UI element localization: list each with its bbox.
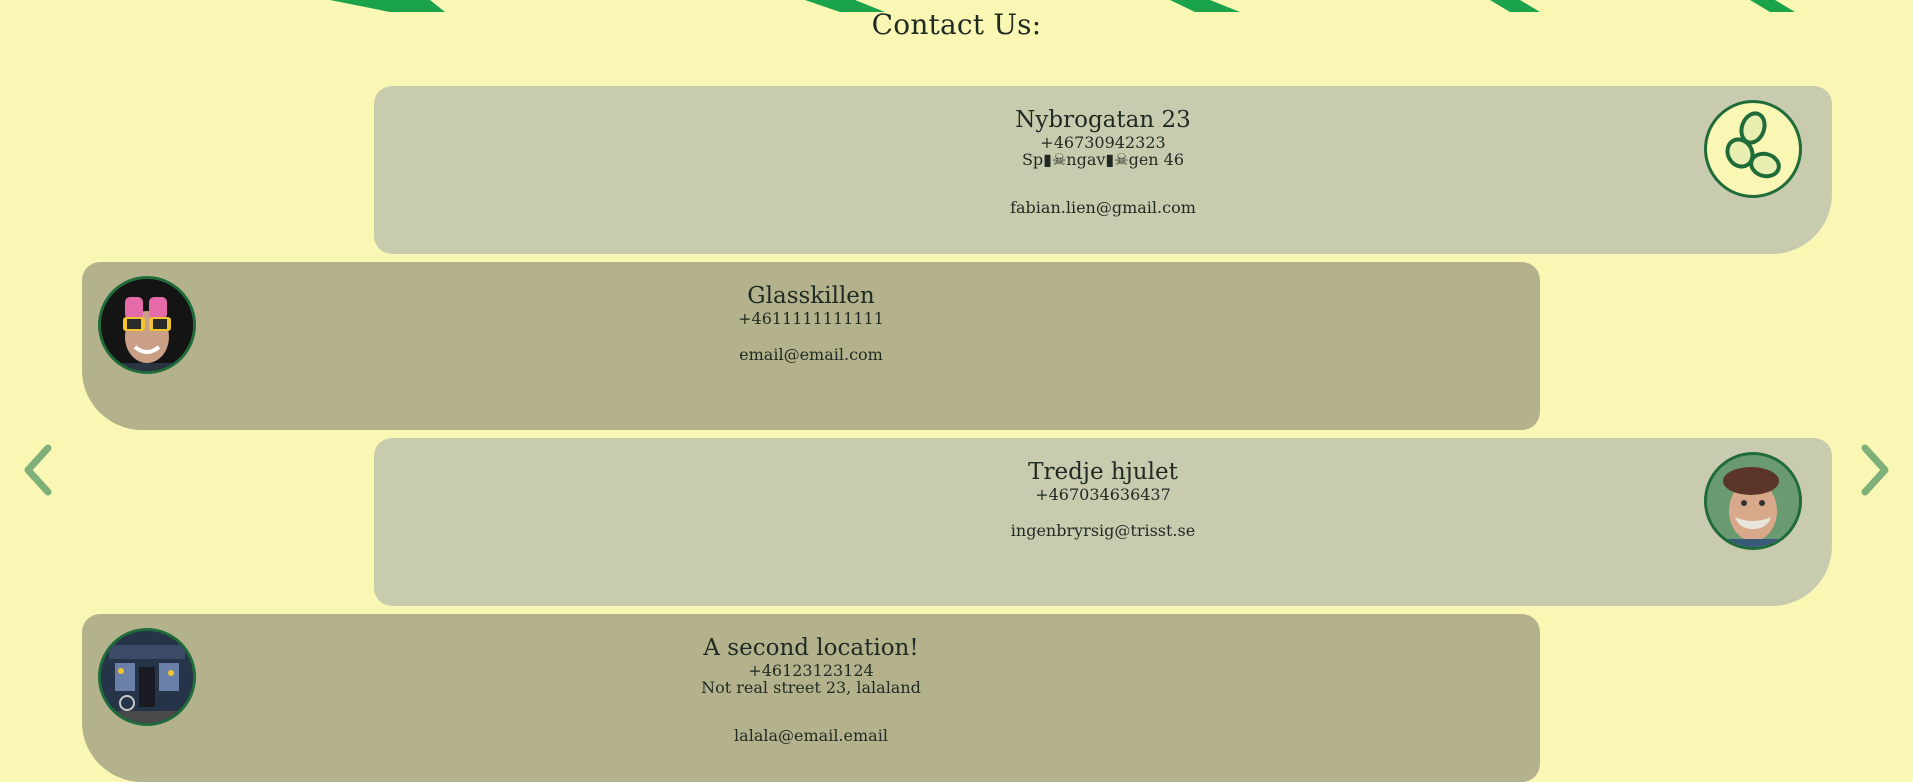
contact-email[interactable]: fabian.lien@gmail.com	[374, 198, 1832, 217]
storefront-avatar	[98, 628, 196, 726]
elderly-man-avatar	[1704, 452, 1802, 550]
contact-name: Nybrogatan 23	[1015, 107, 1191, 133]
contact-card: Tredje hjulet +467034636437 ingenbryrsig…	[374, 438, 1832, 606]
contact-email[interactable]: lalala@email.email	[82, 726, 1540, 745]
contact-phone[interactable]: +467034636437	[374, 486, 1832, 503]
contact-card: A second location! +46123123124 Not real…	[82, 614, 1540, 782]
chevron-right-icon[interactable]	[1855, 440, 1895, 500]
contact-card: Nybrogatan 23 +46730942323 Sp▮☠ngav▮☠gen…	[374, 86, 1832, 254]
contact-phone[interactable]: +46730942323	[374, 134, 1832, 151]
chevron-left-icon[interactable]	[18, 440, 58, 500]
contact-phone[interactable]: +46123123124	[82, 662, 1540, 679]
contact-name: Tredje hjulet	[1028, 459, 1178, 485]
contact-name: A second location!	[703, 635, 919, 661]
contact-name: Glasskillen	[747, 283, 875, 309]
rings-logo-icon	[1704, 100, 1802, 198]
contact-card: Glasskillen +4611111111111 email@email.c…	[82, 262, 1540, 430]
page-title: Contact Us:	[871, 8, 1042, 41]
contact-address: Sp▮☠ngav▮☠gen 46	[1021, 150, 1185, 169]
contact-phone[interactable]: +4611111111111	[82, 310, 1540, 327]
person-sunglasses-avatar	[98, 276, 196, 374]
contact-email[interactable]: ingenbryrsig@trisst.se	[374, 521, 1832, 540]
contact-email[interactable]: email@email.com	[82, 345, 1540, 364]
contact-address: Not real street 23, lalaland	[701, 678, 921, 697]
